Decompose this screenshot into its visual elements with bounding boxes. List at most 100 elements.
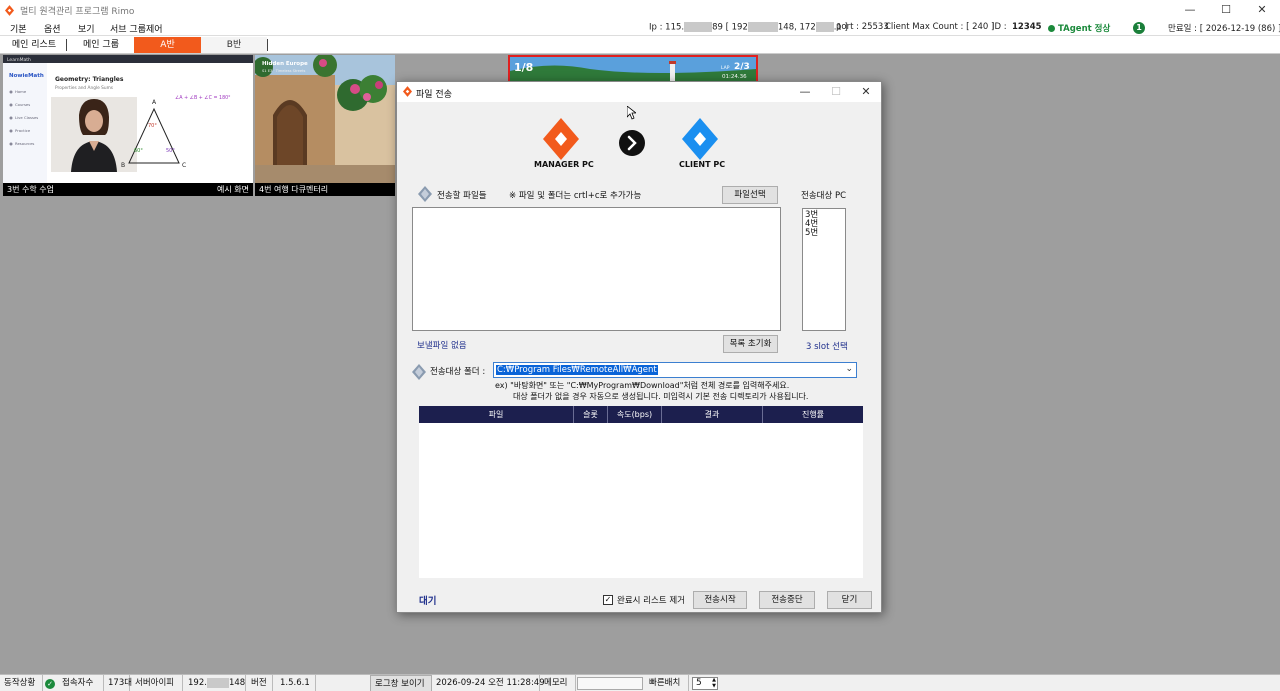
- menu-view[interactable]: 보기: [78, 22, 95, 35]
- tab-main-list[interactable]: 메인 리스트: [4, 37, 64, 53]
- col-progress: 진행률: [801, 410, 825, 419]
- lesson-nav-home: Home: [15, 89, 27, 94]
- minimize-button[interactable]: —: [1172, 0, 1208, 20]
- maximize-button[interactable]: ☐: [1208, 0, 1244, 20]
- lap-time: 01:24.36: [722, 74, 747, 80]
- connection-ok-icon: ✓: [45, 679, 55, 689]
- conn-count-label: 접속자수: [58, 675, 104, 691]
- documentary-subtitle: S1 E3 · Timeless Streets: [262, 69, 306, 73]
- menu-options[interactable]: 옵션: [44, 22, 61, 35]
- dialog-titlebar: 파일 전송 — ☐ ✕: [397, 82, 881, 102]
- angle-a-value: 70°: [148, 123, 157, 129]
- reset-list-button[interactable]: 목록 초기화: [723, 335, 778, 353]
- close-button[interactable]: ✕: [1244, 0, 1280, 20]
- transfer-arrow-icon: [619, 130, 645, 156]
- notification-badge[interactable]: 1: [1133, 22, 1145, 34]
- manager-pc-icon: [543, 118, 579, 160]
- documentary-title: Hidden Europe: [262, 61, 308, 67]
- dialog-title: 파일 전송: [416, 90, 452, 100]
- col-slot: 슬롯: [574, 406, 608, 423]
- menu-basic[interactable]: 기본: [10, 22, 27, 35]
- lesson-app-logo: NowieMath: [9, 73, 44, 79]
- thumb-label: 4번 여행 다큐멘터리: [259, 185, 329, 194]
- files-section-icon: [418, 186, 432, 202]
- expiry-date: 만료일 : [ 2026-12-19 (86) ]: [1168, 24, 1280, 34]
- thumb-note: 예시 화면: [217, 185, 249, 194]
- lesson-nav-courses: Courses: [15, 102, 30, 107]
- menu-bar: 기본 옵션 보기 서브 그룹제어 Ip : 115. 89 [ 192 148, 1…: [0, 20, 1280, 36]
- files-to-send-label: 전송할 파일들: [437, 191, 487, 201]
- quick-batch-stepper[interactable]: 5 ▲ ▼: [692, 677, 718, 690]
- id-label: ID :: [992, 22, 1007, 32]
- tagent-status: TAgent 정상: [1048, 22, 1110, 34]
- target-folder-combobox[interactable]: C:₩Program Files₩RemoteAll₩Agent ⌄: [493, 362, 857, 378]
- lesson-nav-live: Live Classes: [15, 115, 38, 120]
- log-toggle-button[interactable]: 로그창 보이기: [370, 675, 432, 691]
- client-screen-4[interactable]: Hidden Europe S1 E3 · Timeless Streets 4…: [255, 55, 395, 196]
- client-pc-label: CLIENT PC: [679, 160, 726, 169]
- tab-a-group[interactable]: A반: [134, 37, 201, 53]
- conn-count-value: 173대: [104, 675, 132, 691]
- version-value: 1.5.6.1: [276, 675, 316, 691]
- menu-subgroup-control[interactable]: 서브 그룹제어: [110, 22, 163, 35]
- client-screen-5[interactable]: 1/8 LAP 2/3 01:24.36: [508, 55, 758, 83]
- dialog-close-button[interactable]: ✕: [856, 84, 876, 100]
- window-controls: — ☐ ✕: [1172, 0, 1280, 20]
- dialog-maximize-button: ☐: [831, 85, 841, 98]
- lesson-brand: LearnMath: [7, 57, 31, 63]
- datetime-display: 2026-09-24 오전 11:28:49: [432, 675, 545, 691]
- target-pc-listbox[interactable]: 3번 4번 5번: [802, 208, 846, 331]
- quick-batch-value[interactable]: 5: [696, 678, 702, 688]
- target-pc-item[interactable]: 5번: [805, 229, 843, 238]
- files-listbox[interactable]: [412, 207, 781, 331]
- target-folder-input[interactable]: C:₩Program Files₩RemoteAll₩Agent: [496, 365, 658, 375]
- angle-b-value: 60°: [134, 148, 143, 154]
- port-info: port : 25533: [836, 22, 889, 32]
- col-speed: 속도(bps): [608, 406, 662, 423]
- app-logo-icon: [5, 4, 14, 16]
- id-value: 12345: [1012, 22, 1042, 32]
- ip-info: Ip : 115. 89 [ 192 148, 172.1 ]: [649, 22, 848, 33]
- app-title: 멀티 원격관리 프로그램 Rimo: [20, 6, 135, 17]
- lesson-title: Geometry: Triangles: [55, 76, 124, 83]
- tab-main-group[interactable]: 메인 그룹: [70, 37, 132, 53]
- status-ok-icon: [1048, 25, 1055, 32]
- client-pc-icon: [682, 118, 718, 160]
- remove-on-done-label: 완료시 리스트 제거: [617, 596, 685, 606]
- dialog-logo-icon: [403, 86, 412, 97]
- op-status-label: 동작상황: [0, 675, 43, 691]
- app-titlebar: 멀티 원격관리 프로그램 Rimo — ☐ ✕: [0, 0, 1280, 20]
- status-bar: 동작상황 ✓ 접속자수 173대 서버아이피 192. 148 버전 1.5.6.…: [0, 674, 1280, 691]
- folder-section-icon: [412, 364, 426, 380]
- file-transfer-dialog: 파일 전송 — ☐ ✕ MANAGER PC CLIENT PC 전송할 파일들…: [396, 81, 882, 613]
- lesson-subtitle: Properties and Angle Sums: [55, 85, 114, 91]
- transfer-table-header: 파일 슬롯 속도(bps) 결과 진행률: [419, 406, 863, 423]
- col-result: 결과: [662, 406, 763, 423]
- math-lesson-screen: LearnMath NowieMath Home Courses Live Cl…: [3, 55, 253, 183]
- angle-c-value: 50°: [166, 148, 175, 154]
- quick-batch-label: 빠른배치: [645, 675, 689, 691]
- remove-on-done-checkbox[interactable]: ✓: [603, 595, 613, 605]
- racing-game-screen: 1/8 LAP 2/3 01:24.36: [510, 57, 756, 81]
- client-max-count: Client Max Count : [ 240 ]: [885, 22, 995, 32]
- tab-b-group[interactable]: B반: [201, 37, 267, 53]
- thumb-caption: 4번 여행 다큐멘터리: [255, 183, 395, 196]
- server-ip-value: 192. 148: [184, 675, 246, 691]
- travel-documentary-screen: Hidden Europe S1 E3 · Timeless Streets: [255, 55, 395, 183]
- thumb-caption: 3번 수학 수업 예시 화면: [3, 183, 253, 196]
- transfer-table-body[interactable]: [419, 423, 863, 578]
- vertex-c-label: C: [182, 162, 186, 169]
- dialog-minimize-button[interactable]: —: [795, 84, 815, 100]
- start-transfer-button[interactable]: 전송시작: [693, 591, 747, 609]
- select-file-button[interactable]: 파일선택: [722, 186, 778, 204]
- stepper-arrows-icon[interactable]: ▲ ▼: [712, 677, 716, 689]
- close-dialog-button[interactable]: 닫기: [827, 591, 872, 609]
- transfer-status: 대기: [419, 596, 437, 607]
- client-screen-3[interactable]: LearnMath NowieMath Home Courses Live Cl…: [3, 55, 253, 196]
- slot-selected-count: 3 slot 선택: [806, 342, 848, 352]
- angle-sum-formula: ∠A + ∠B + ∠C = 180°: [175, 95, 231, 101]
- stop-transfer-button[interactable]: 전송중단: [759, 591, 815, 609]
- col-file: 파일: [419, 406, 574, 423]
- manager-pc-label: MANAGER PC: [534, 160, 594, 169]
- chevron-down-icon[interactable]: ⌄: [845, 364, 853, 374]
